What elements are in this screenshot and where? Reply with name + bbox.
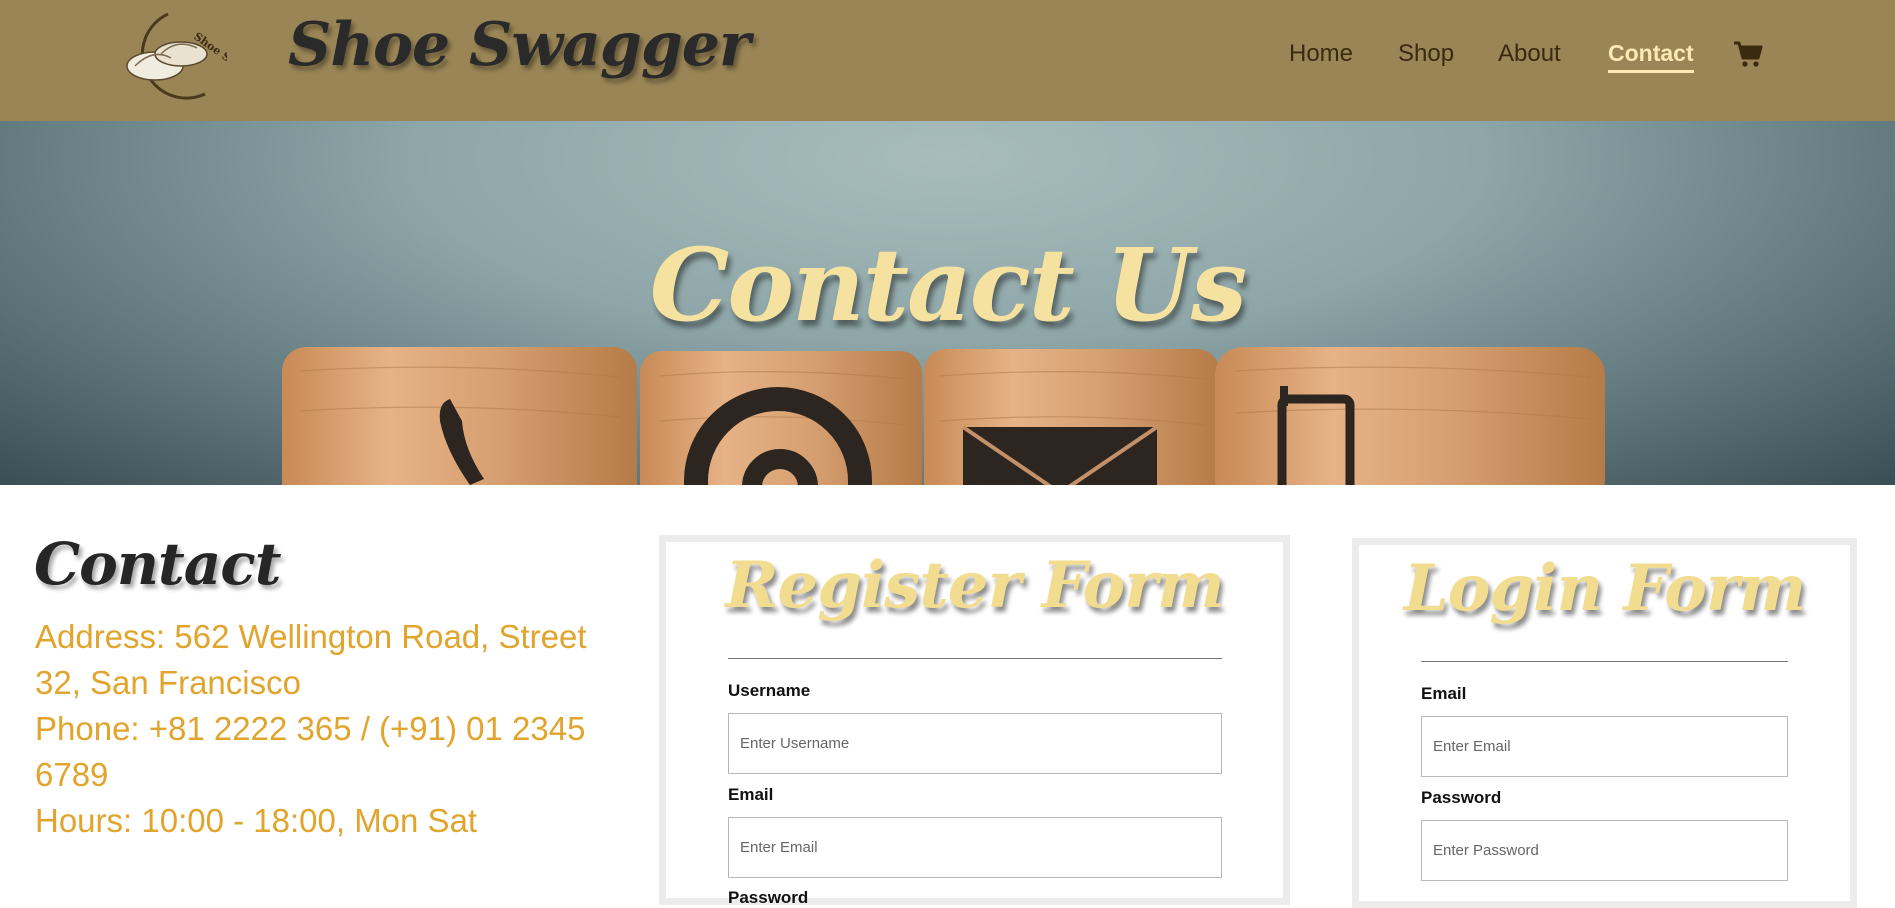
login-password-input[interactable] [1421, 820, 1788, 881]
login-email-input[interactable] [1421, 716, 1788, 777]
contact-heading: Contact [34, 530, 281, 598]
login-password-label: Password [1421, 788, 1502, 807]
envelope-icon [961, 425, 1159, 485]
main-nav: Home Shop About Contact [0, 40, 1895, 80]
login-form: Login Form Email Password [1352, 538, 1857, 908]
login-email-label: Email [1421, 684, 1467, 703]
nav-home[interactable]: Home [1289, 40, 1353, 68]
site-header: Shoe Swagger Shoe Swagger Home Shop Abou… [0, 0, 1895, 121]
contact-details: Address: 562 Wellington Road, Street 32,… [35, 614, 595, 844]
register-email-label: Email [728, 785, 774, 804]
register-form: Register Form Username Email Password [659, 535, 1290, 907]
contact-hours: Hours: 10:00 - 18:00, Mon Sat [35, 802, 478, 839]
register-password-label: Password [728, 888, 809, 907]
hero-banner: Contact Us [0, 121, 1895, 485]
contact-address: Address: 562 Wellington Road, Street 32,… [35, 618, 587, 701]
nav-shop[interactable]: Shop [1398, 40, 1454, 68]
register-username-label: Username [728, 681, 811, 700]
nav-about[interactable]: About [1498, 40, 1561, 68]
register-form-divider [728, 658, 1222, 659]
login-form-title: Login Form [1403, 551, 1807, 626]
register-form-title: Register Form [725, 548, 1224, 623]
register-email-input[interactable] [728, 817, 1222, 878]
login-form-divider [1421, 661, 1788, 662]
shopping-cart-icon[interactable] [1733, 40, 1763, 68]
hero-title: Contact Us [649, 226, 1247, 344]
register-username-input[interactable] [728, 713, 1222, 774]
contact-phone: Phone: +81 2222 365 / (+91) 01 2345 6789 [35, 710, 586, 793]
nav-contact[interactable]: Contact [1608, 40, 1694, 73]
